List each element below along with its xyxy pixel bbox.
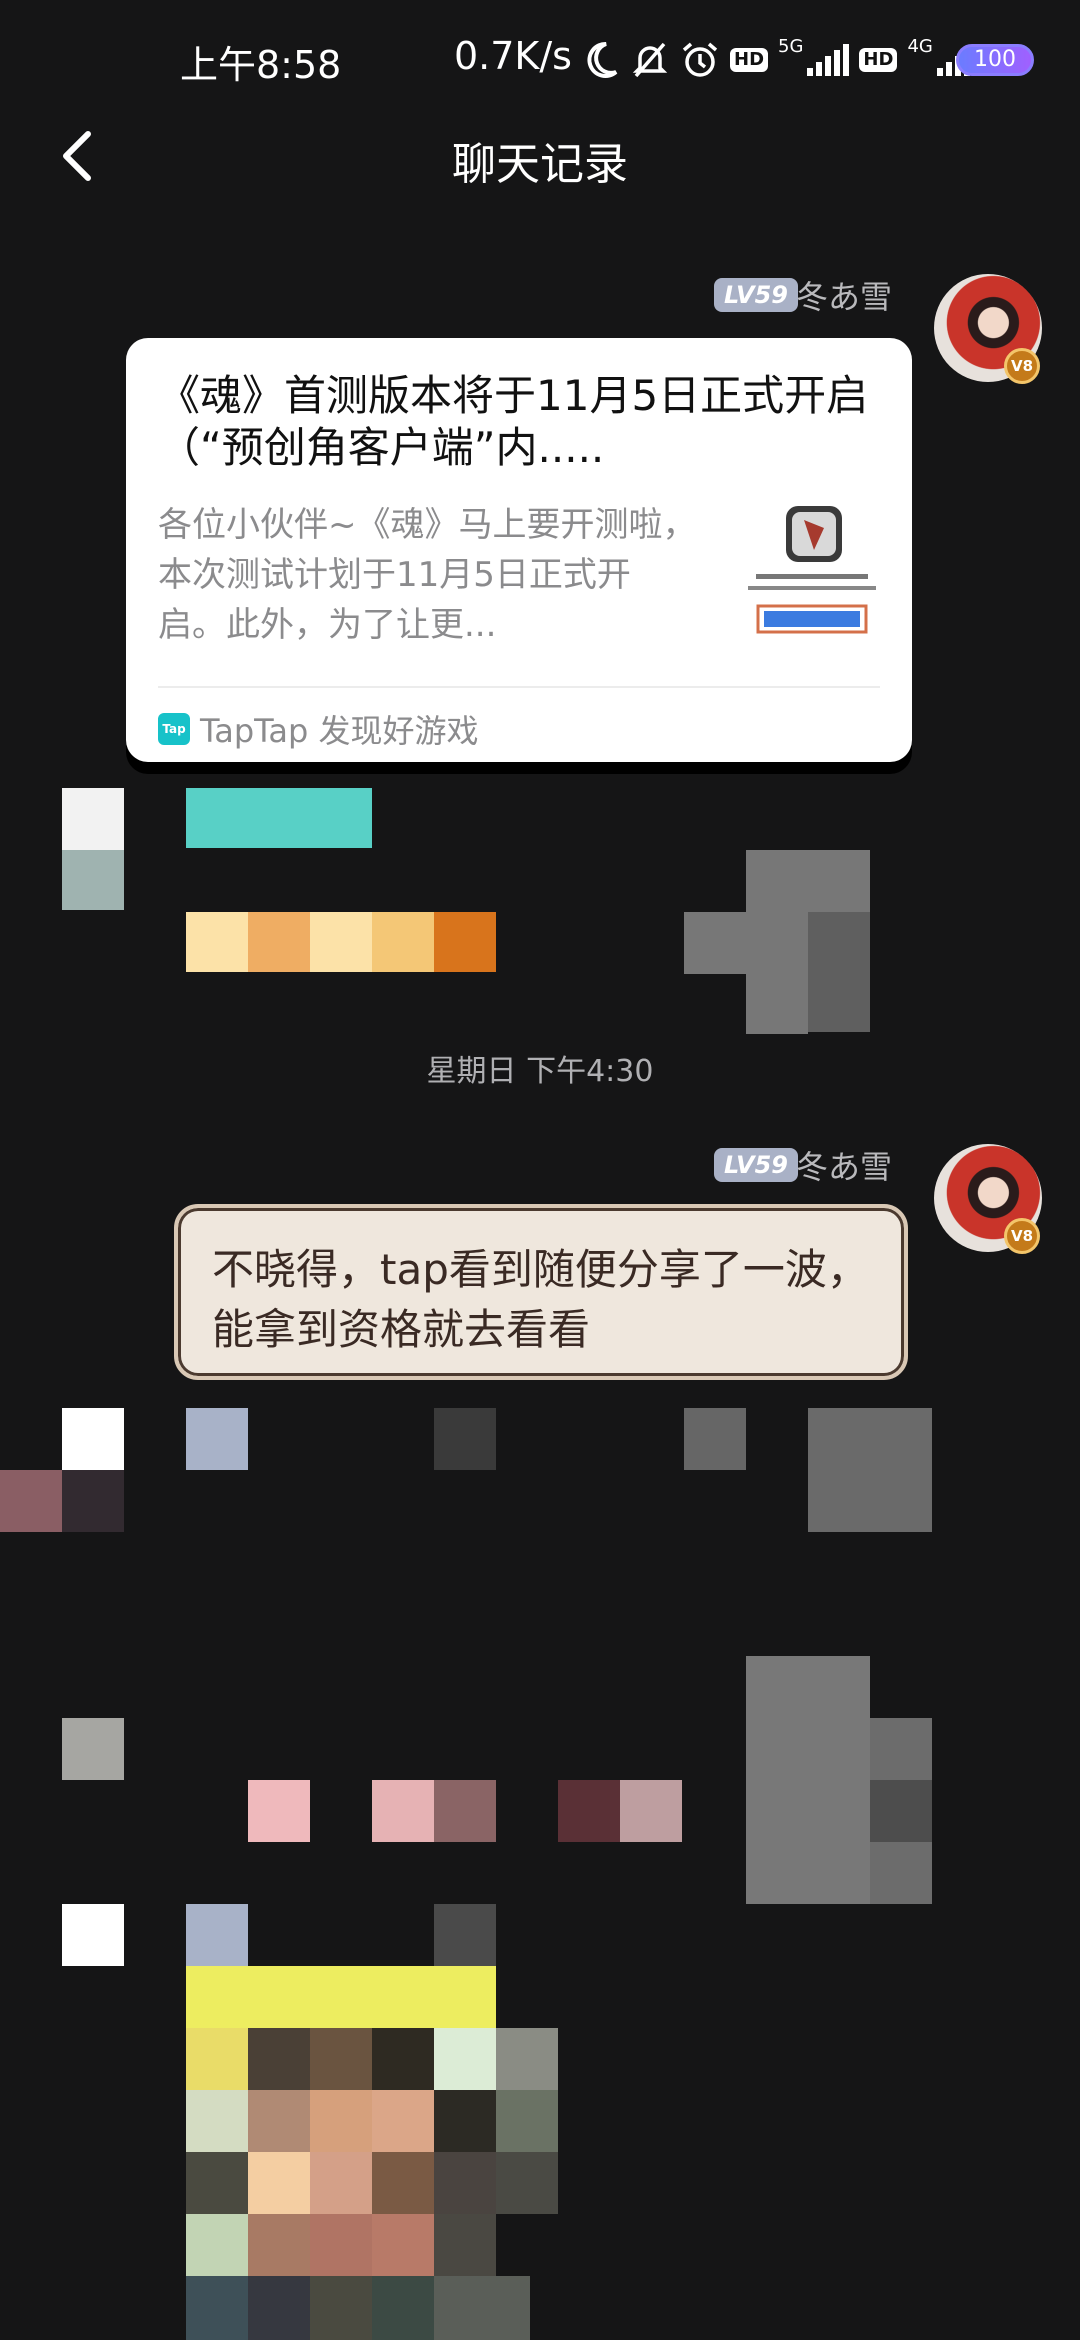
taptap-logo-icon: Tap: [158, 713, 190, 745]
alarm-icon: [682, 42, 718, 77]
message-text: 不晓得，tap看到随便分享了一波，能拿到资格就去看看: [212, 1245, 869, 1354]
page-title: 聊天记录: [452, 139, 628, 190]
status-bar: 上午8:58 0.7K/s HD 5G HD 4G 100: [0, 0, 1080, 120]
share-card-description: 各位小伙伴~《魂》马上要开测啦，本次测试计划于11月5日正式开启。此外，为了让更…: [158, 505, 697, 645]
vip-badge-icon-2: V8: [1004, 1218, 1040, 1254]
hd-icon: HD: [730, 48, 769, 72]
share-card-title: 《魂》首测版本将于11月5日正式开启（“预创角客户端”内.....: [158, 371, 869, 472]
moon-icon: [587, 41, 618, 78]
vip-badge-icon: V8: [1004, 348, 1040, 384]
share-card[interactable]: 《魂》首测版本将于11月5日正式开启（“预创角客户端”内..... 各位小伙伴~…: [126, 338, 912, 762]
signal-5g-icon: [807, 44, 850, 76]
card-divider: [158, 686, 880, 688]
share-card-source: Tap TapTap 发现好游戏: [158, 706, 479, 752]
bell-off-icon: [632, 42, 668, 78]
hd-icon-2: HD: [859, 48, 898, 72]
sender-name-2[interactable]: 冬あ雪: [796, 1142, 892, 1188]
status-time: 上午8:58: [180, 43, 342, 87]
sender-name[interactable]: 冬あ雪: [796, 272, 892, 318]
status-icons: HD 5G HD 4G: [580, 30, 979, 90]
source-label: TapTap 发现好游戏: [200, 712, 479, 750]
level-badge: LV59: [714, 278, 798, 312]
game-thumbnail-icon: [746, 496, 878, 638]
network-speed: 0.7K/s: [454, 34, 572, 78]
5g-label: 5G: [778, 35, 804, 57]
battery-indicator: 100: [956, 44, 1034, 76]
level-badge-2: LV59: [714, 1148, 798, 1182]
4g-label: 4G: [907, 35, 933, 57]
message-timestamp: 星期日 下午4:30: [426, 1054, 654, 1089]
message-bubble[interactable]: 不晓得，tap看到随便分享了一波，能拿到资格就去看看: [174, 1204, 908, 1380]
